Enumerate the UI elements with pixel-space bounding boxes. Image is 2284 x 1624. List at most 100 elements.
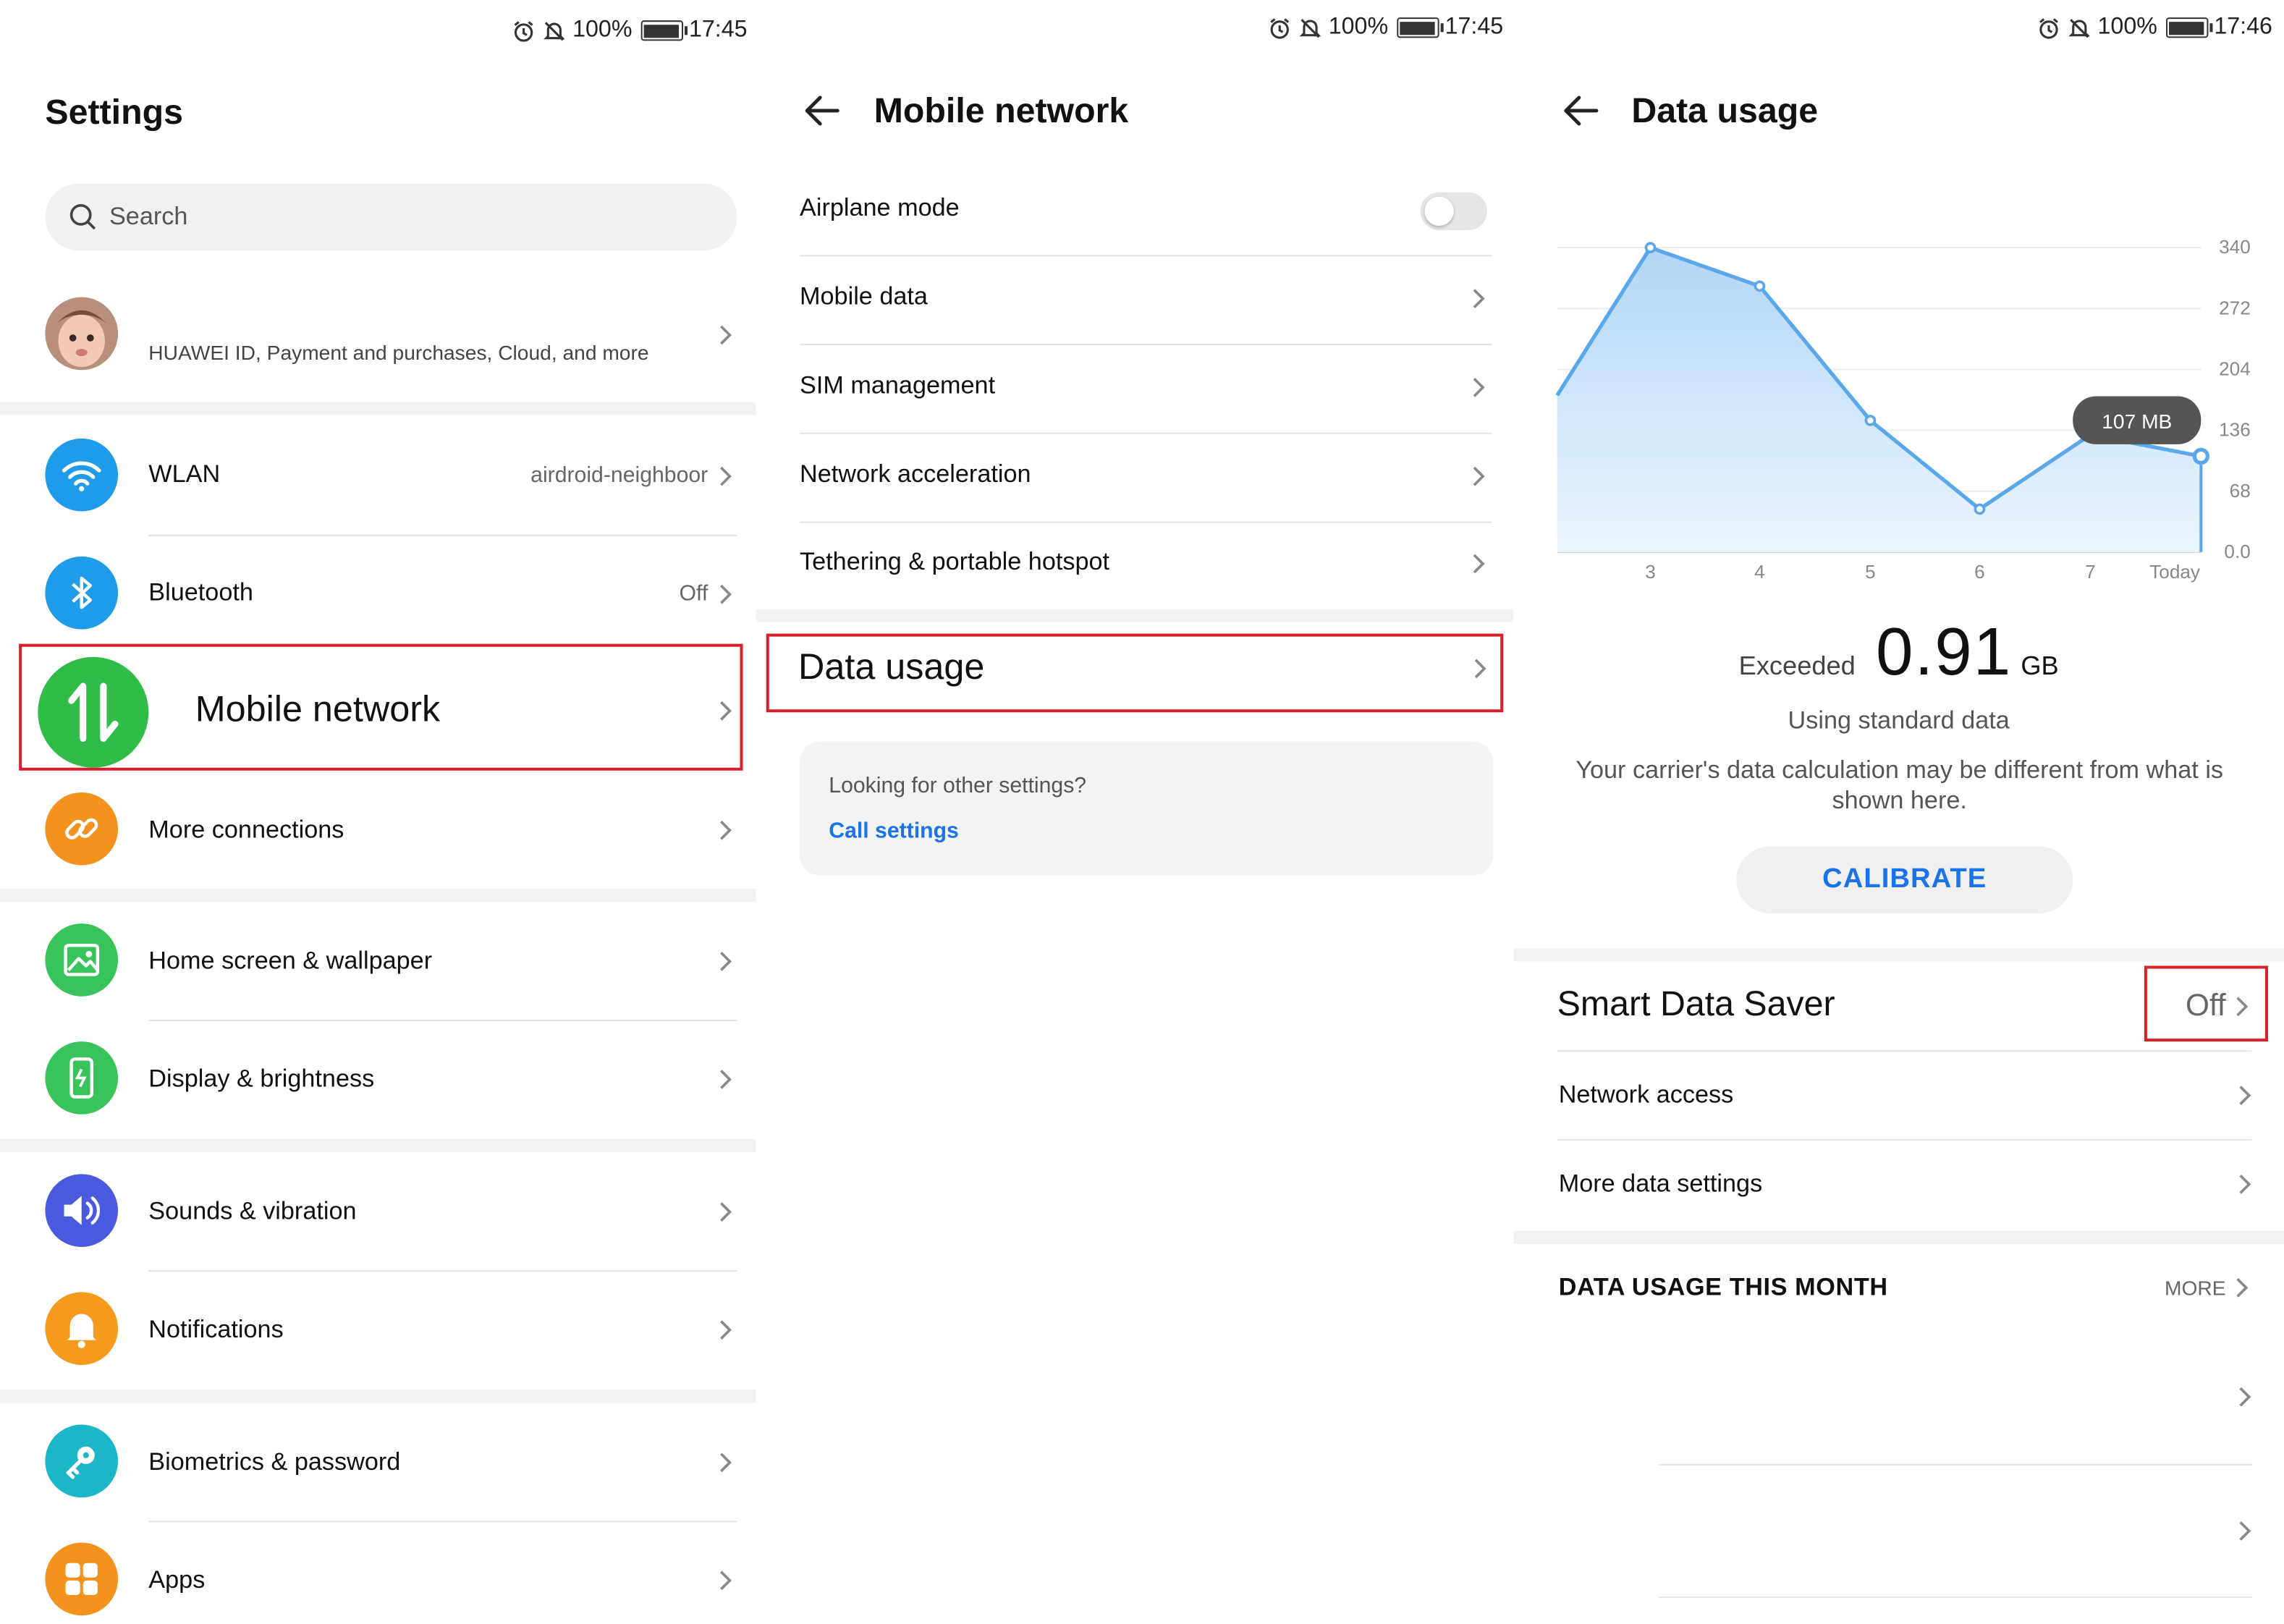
chevron-right-icon [2239, 1086, 2251, 1105]
battery-icon [640, 20, 688, 41]
other-settings-prompt: Looking for other settings? [829, 773, 1087, 799]
call-settings-link[interactable]: Call settings [829, 819, 959, 843]
highlight-box [766, 633, 1504, 713]
network-access-row[interactable]: Network access [1513, 1052, 2284, 1139]
battery-icon [1397, 17, 1444, 38]
chevron-right-icon [720, 1202, 732, 1222]
search-input[interactable]: Search [45, 183, 737, 251]
data-point [1754, 280, 1766, 292]
airplane-mode-row[interactable]: Airplane mode [800, 167, 1492, 257]
row-label: Network acceleration [800, 460, 1031, 489]
settings-item-label: Notifications [148, 1315, 284, 1343]
data-usage-screen: 100% 17:46 Data usage 0.0 68 136 204 272 340 … [1513, 0, 2284, 1624]
row-label: Mobile data [800, 282, 928, 310]
sim-management-row[interactable]: SIM management [800, 345, 1492, 434]
key-icon [45, 1424, 119, 1498]
link-icon [45, 792, 119, 866]
section-separator [0, 1139, 756, 1153]
data-point [1974, 503, 1986, 515]
settings-screen: 100% 17:45 Settings Search HUAWEI ID, Pa… [0, 0, 756, 1624]
usage-summary: Exceeded 0.91 GB [1513, 612, 2284, 690]
speaker-icon [45, 1174, 119, 1247]
more-data-settings-row[interactable]: More data settings [1513, 1141, 2284, 1228]
settings-item-label: Display & brightness [148, 1065, 375, 1093]
status-bar: 100% 17:45 [1267, 12, 1503, 43]
section-separator [1513, 948, 2284, 962]
settings-item-label: More connections [148, 816, 344, 844]
alarm-icon [2039, 17, 2059, 38]
x-tick-label: Today [2149, 561, 2201, 583]
section-separator [0, 402, 756, 415]
more-link[interactable]: MORE [2165, 1276, 2226, 1299]
settings-item-notifications[interactable]: Notifications [0, 1272, 756, 1388]
account-subtitle: HUAWEI ID, Payment and purchases, Cloud,… [148, 340, 649, 365]
back-arrow-icon[interactable] [801, 90, 842, 131]
back-arrow-icon[interactable] [1560, 90, 1601, 131]
settings-item-label: WLAN [148, 460, 221, 489]
row-label: Network access [1558, 1080, 1734, 1109]
wlan-network-value: airdroid-neighboor [530, 463, 709, 489]
settings-item-wlan[interactable]: WLAN airdroid-neighboor [0, 418, 756, 535]
network-acceleration-row[interactable]: Network acceleration [800, 434, 1492, 523]
status-bar: 100% 17:46 [2036, 12, 2272, 43]
mute-bell-icon [543, 21, 565, 41]
chevron-right-icon [720, 820, 732, 840]
battery-percent: 100% [1328, 14, 1389, 40]
battery-percent: 100% [2097, 14, 2157, 40]
calibrate-button[interactable]: CALIBRATE [1736, 846, 2073, 914]
y-tick-label: 0.0 [2224, 541, 2250, 562]
section-separator [0, 1390, 756, 1403]
y-tick-label: 340 [2219, 236, 2251, 258]
chevron-right-icon [720, 1452, 732, 1473]
settings-item-label: Sounds & vibration [148, 1197, 357, 1225]
bell-icon [45, 1292, 119, 1365]
highlight-box [2144, 965, 2268, 1042]
y-tick-label: 136 [2219, 419, 2251, 441]
chevron-right-icon [1473, 466, 1485, 486]
app-usage-row[interactable] [1659, 1466, 2252, 1599]
avatar [45, 297, 119, 371]
x-tick-label: 6 [1974, 561, 1985, 583]
x-tick-label: 4 [1754, 561, 1765, 583]
usage-tooltip: 107 MB [2073, 396, 2201, 444]
chevron-right-icon [720, 1570, 732, 1591]
alarm-icon [1270, 17, 1290, 38]
image-icon [45, 923, 119, 997]
settings-item-apps[interactable]: Apps [0, 1522, 756, 1624]
data-point [2192, 447, 2210, 465]
row-label: Smart Data Saver [1557, 984, 1835, 1024]
y-tick-label: 204 [2219, 358, 2251, 379]
apps-grid-icon [45, 1542, 119, 1616]
battery-icon [2165, 17, 2213, 38]
settings-item-home-screen[interactable]: Home screen & wallpaper [0, 903, 756, 1020]
tethering-hotspot-row[interactable]: Tethering & portable hotspot [800, 522, 1492, 609]
settings-item-label: Apps [148, 1565, 206, 1594]
mobile-network-screen: 100% 17:45 Mobile network Airplane mode … [756, 0, 1514, 1624]
alarm-icon [514, 20, 533, 41]
settings-item-biometrics[interactable]: Biometrics & password [0, 1404, 756, 1521]
chevron-right-icon [720, 952, 732, 971]
account-row[interactable]: HUAWEI ID, Payment and purchases, Cloud,… [0, 282, 756, 390]
chevron-right-icon [720, 1070, 732, 1089]
chevron-right-icon [720, 466, 732, 486]
bluetooth-status-value: Off [679, 581, 709, 606]
section-separator [0, 888, 756, 902]
y-tick-label: 68 [2230, 480, 2251, 502]
chevron-right-icon [2236, 1277, 2249, 1298]
mute-bell-icon [2068, 18, 2091, 38]
status-bar: 100% 17:45 [512, 14, 748, 46]
exceeded-label: Exceeded [1738, 651, 1856, 680]
settings-item-more-connections[interactable]: More connections [0, 772, 756, 889]
airplane-mode-toggle[interactable] [1420, 192, 1488, 231]
settings-item-bluetooth[interactable]: Bluetooth Off [0, 536, 756, 653]
mobile-data-row[interactable]: Mobile data [800, 256, 1492, 346]
settings-item-label: Home screen & wallpaper [148, 947, 433, 975]
row-label: SIM management [800, 371, 996, 399]
battery-percent: 100% [572, 17, 633, 43]
x-tick-label: 3 [1645, 561, 1656, 583]
settings-item-display[interactable]: Display & brightness [0, 1021, 756, 1138]
status-time: 17:45 [688, 17, 748, 43]
settings-item-sounds[interactable]: Sounds & vibration [0, 1154, 756, 1270]
chevron-right-icon [720, 584, 732, 604]
app-usage-row[interactable] [1659, 1333, 2252, 1466]
